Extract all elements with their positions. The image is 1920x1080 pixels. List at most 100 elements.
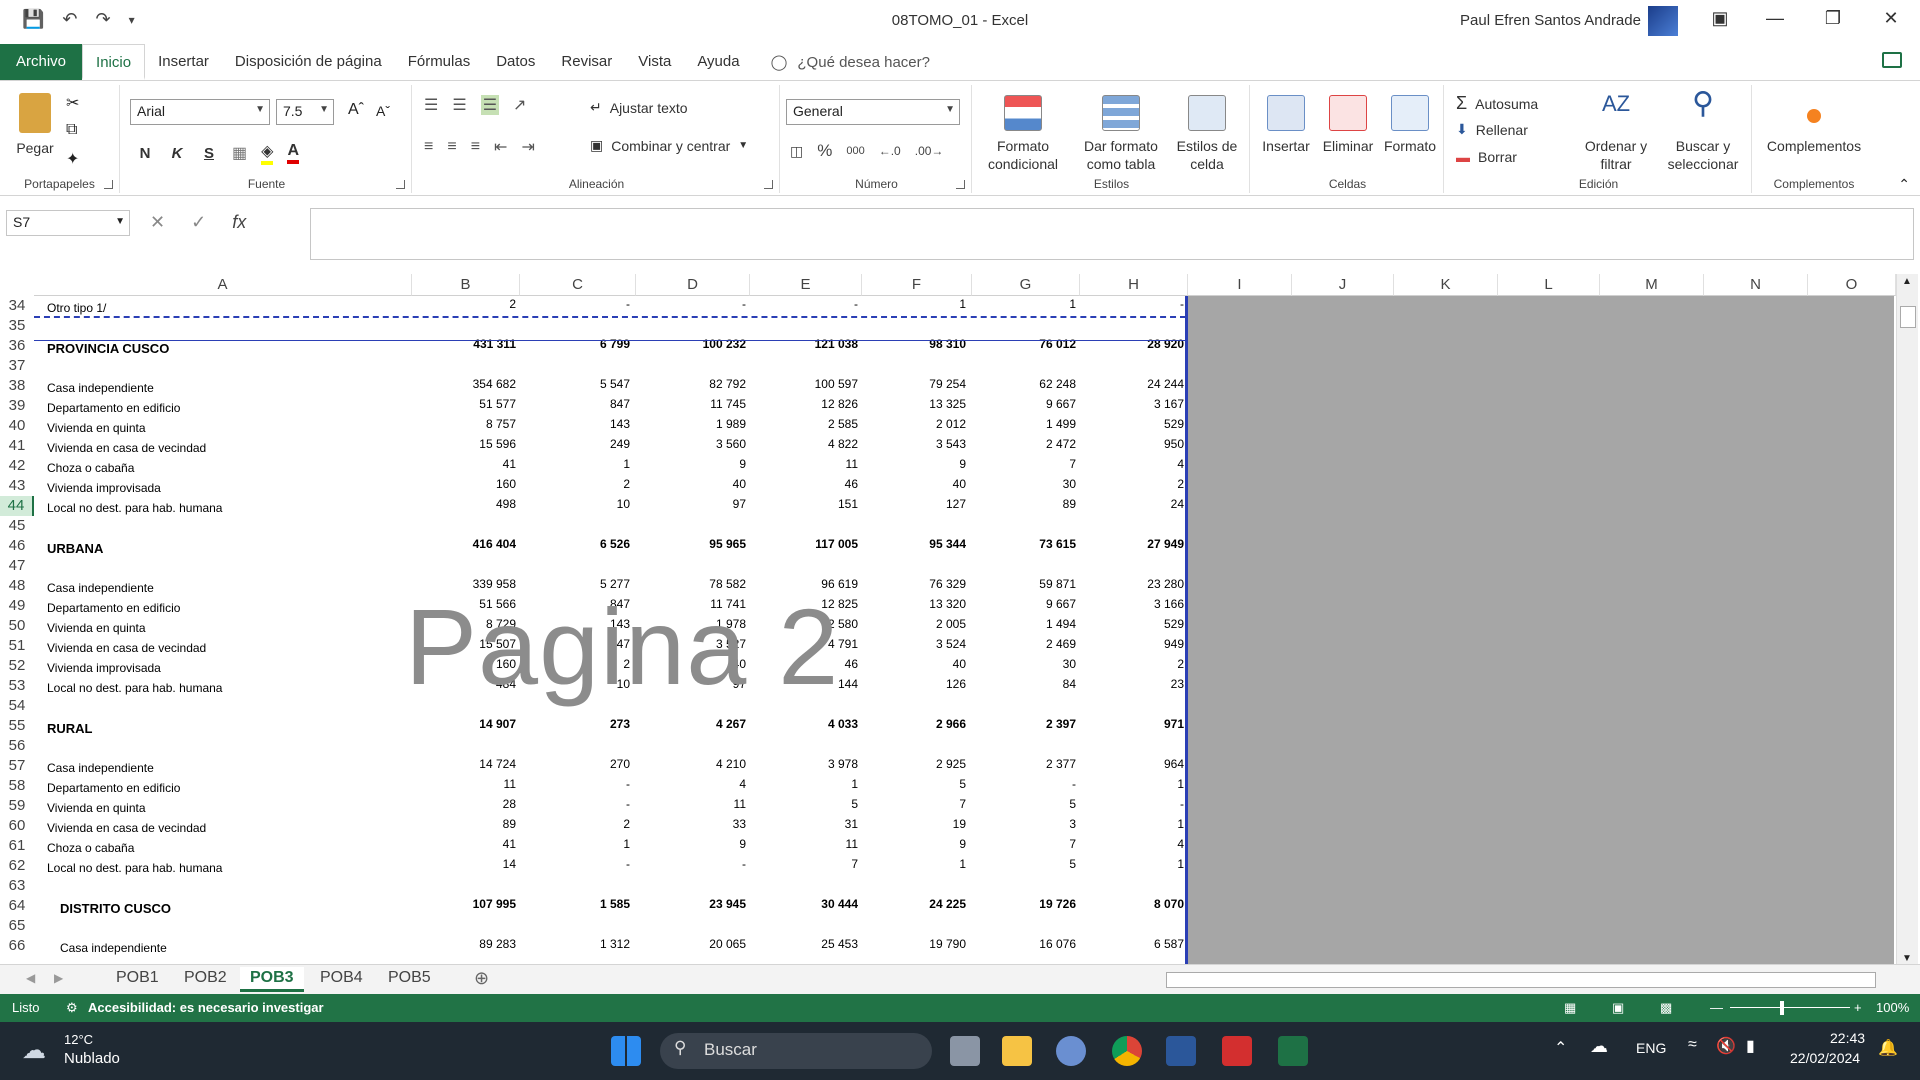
row-header-35[interactable]: 35 (0, 316, 34, 336)
cell-value[interactable]: 11 (758, 457, 858, 471)
cell-value[interactable]: 270 (530, 757, 630, 771)
cell-value[interactable]: 78 582 (646, 577, 746, 591)
tab-inicio[interactable]: Inicio (82, 44, 146, 80)
cell-value[interactable]: - (1084, 297, 1184, 311)
cell-value[interactable]: 529 (1084, 617, 1184, 631)
cell-value[interactable]: 4 822 (758, 437, 858, 451)
cell-value[interactable]: 3 543 (866, 437, 966, 451)
cell-value[interactable]: 5 (758, 797, 858, 811)
column-header-d[interactable]: D (636, 274, 750, 296)
row-header-50[interactable]: 50 (0, 616, 34, 636)
wifi-icon[interactable]: ≈ (1688, 1036, 1697, 1054)
cell-value[interactable]: 28 (416, 797, 516, 811)
alineacion-launcher[interactable] (764, 180, 773, 189)
cell-value[interactable]: 354 682 (416, 377, 516, 391)
cell-value[interactable]: 11 (646, 797, 746, 811)
formula-input[interactable] (310, 208, 1914, 260)
add-sheet-icon[interactable]: ⊕ (474, 968, 489, 989)
row-header-58[interactable]: 58 (0, 776, 34, 796)
file-explorer-icon[interactable] (1002, 1036, 1032, 1066)
merge-center-button[interactable]: ▣ Combinar y centrar ▼ (590, 137, 748, 154)
cell-value[interactable]: 1 (1084, 777, 1184, 791)
accessibility-icon[interactable]: ⚙ (66, 1000, 78, 1016)
row-header-42[interactable]: 42 (0, 456, 34, 476)
r-app-icon[interactable] (1056, 1036, 1086, 1066)
cell-value[interactable]: 13 325 (866, 397, 966, 411)
chrome-icon[interactable] (1112, 1036, 1142, 1066)
cell-value[interactable]: - (646, 297, 746, 311)
percent-button[interactable]: % (817, 141, 832, 161)
cell-value[interactable]: 249 (530, 437, 630, 451)
cell-value[interactable]: 1 312 (530, 937, 630, 951)
cell-value[interactable]: 40 (866, 477, 966, 491)
collapse-ribbon-icon[interactable]: ⌃ (1898, 176, 1910, 193)
wrap-text-button[interactable]: ↵ Ajustar texto (590, 99, 688, 116)
cell-value[interactable]: 847 (530, 397, 630, 411)
cell-value[interactable]: 1 (866, 857, 966, 871)
cell-value[interactable]: 19 (866, 817, 966, 831)
column-header-o[interactable]: O (1808, 274, 1896, 296)
cell-value[interactable]: 1 499 (976, 417, 1076, 431)
cell-value[interactable]: 1 (1084, 817, 1184, 831)
cell-value[interactable]: - (646, 857, 746, 871)
cell-value[interactable]: 4 791 (758, 637, 858, 651)
cell-value[interactable]: 2 925 (866, 757, 966, 771)
tab-revisar[interactable]: Revisar (548, 44, 625, 80)
grow-font-icon[interactable]: Aˆ (348, 101, 364, 119)
cell-value[interactable]: 964 (1084, 757, 1184, 771)
cell-value[interactable]: 4 210 (646, 757, 746, 771)
tell-me-box[interactable]: ◯ ¿Qué desea hacer? (771, 53, 930, 72)
cell-value[interactable]: 4 (1084, 837, 1184, 851)
row-header-41[interactable]: 41 (0, 436, 34, 456)
row-label[interactable]: Casa independiente (47, 381, 154, 395)
column-header-h[interactable]: H (1080, 274, 1188, 296)
format-painter-icon[interactable]: ✦ (66, 149, 79, 169)
customize-qat-icon[interactable]: ▾ (129, 13, 135, 27)
clock-time[interactable]: 22:43 (1830, 1030, 1865, 1046)
column-header-i[interactable]: I (1188, 274, 1292, 296)
next-sheet-icon[interactable]: ▶ (54, 971, 63, 985)
onedrive-icon[interactable]: ☁ (1590, 1036, 1608, 1057)
undo-icon[interactable]: ↶ (62, 9, 77, 30)
cell-value[interactable]: 273 (530, 717, 630, 731)
zoom-slider-thumb[interactable] (1780, 1001, 1784, 1015)
column-header-k[interactable]: K (1394, 274, 1498, 296)
cell-value[interactable]: 9 (866, 837, 966, 851)
row-label[interactable]: Departamento en edificio (47, 601, 180, 615)
cell-value[interactable]: 416 404 (416, 537, 516, 551)
cell-value[interactable]: 5 (866, 777, 966, 791)
excel-icon[interactable] (1278, 1036, 1308, 1066)
cell-value[interactable]: 40 (866, 657, 966, 671)
cell-value[interactable]: 4 (646, 777, 746, 791)
cell-value[interactable]: 107 995 (416, 897, 516, 911)
cell-value[interactable]: 6 526 (530, 537, 630, 551)
delete-cells-button[interactable]: Eliminar (1318, 95, 1378, 155)
cell-value[interactable]: 40 (646, 477, 746, 491)
cell-value[interactable]: 23 945 (646, 897, 746, 911)
sort-filter-button[interactable]: AZ Ordenar y filtrar (1576, 93, 1656, 173)
cell-value[interactable]: 2 469 (976, 637, 1076, 651)
row-header-63[interactable]: 63 (0, 876, 34, 896)
cell-value[interactable]: 23 280 (1084, 577, 1184, 591)
taskbar-search[interactable]: ⚲ Buscar (660, 1033, 932, 1069)
align-middle-icon[interactable]: ☰ (452, 95, 466, 115)
accessibility-status[interactable]: Accesibilidad: es necesario investigar (88, 1000, 324, 1015)
align-left-icon[interactable]: ≡ (424, 138, 433, 156)
fill-color-icon[interactable]: ◈ (261, 141, 274, 165)
cell-value[interactable]: 11 741 (646, 597, 746, 611)
acrobat-icon[interactable] (1222, 1036, 1252, 1066)
sheet-tab-pob2[interactable]: POB2 (174, 967, 237, 989)
cell-value[interactable]: 41 (416, 837, 516, 851)
cell-value[interactable]: - (530, 777, 630, 791)
cell-value[interactable]: - (758, 297, 858, 311)
cell-value[interactable]: 1 585 (530, 897, 630, 911)
row-header-37[interactable]: 37 (0, 356, 34, 376)
column-header-l[interactable]: L (1498, 274, 1600, 296)
cell-value[interactable]: 1 (758, 777, 858, 791)
zoom-slider[interactable] (1730, 1007, 1850, 1008)
row-header-51[interactable]: 51 (0, 636, 34, 656)
cell-value[interactable]: 15 507 (416, 637, 516, 651)
name-box[interactable]: S7 ▼ (6, 210, 130, 236)
scroll-up-icon[interactable]: ▲ (1902, 276, 1912, 287)
column-header-g[interactable]: G (972, 274, 1080, 296)
